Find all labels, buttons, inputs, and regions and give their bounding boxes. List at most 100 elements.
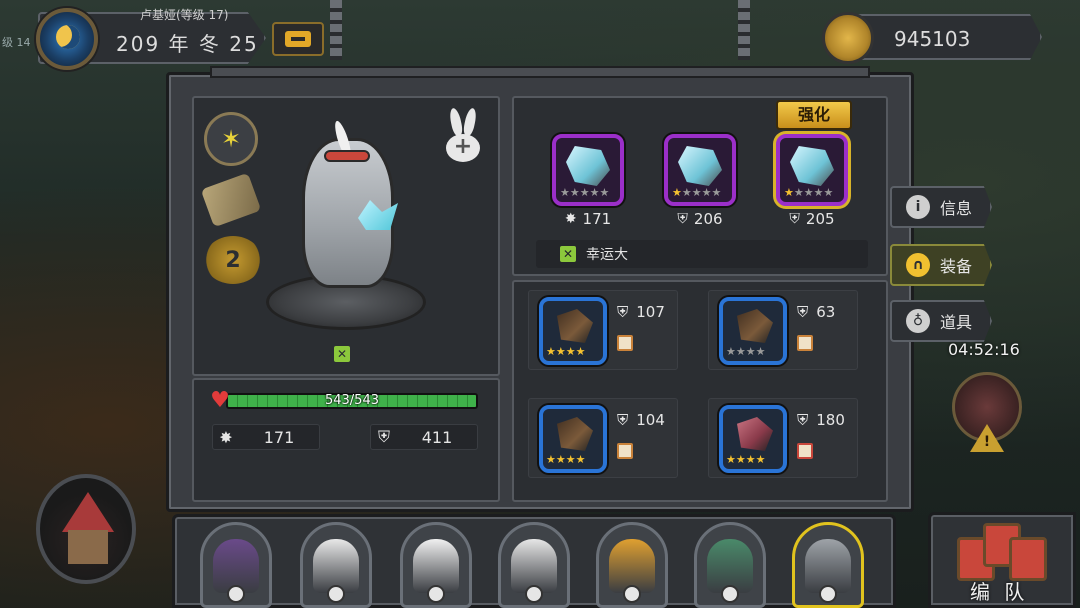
role-icon [623, 585, 641, 603]
roster-hero-slot[interactable] [498, 522, 570, 608]
tab-label: 信息 [940, 199, 973, 218]
role-icon [327, 585, 345, 603]
equipment-frame: ★★★★★ [664, 134, 736, 206]
item-type-icon [617, 443, 633, 459]
season-moon-icon[interactable] [36, 8, 98, 70]
helmet-icon: ∩ [906, 253, 930, 277]
scroll-icon [285, 31, 311, 47]
shield-icon: ⛨ [789, 211, 800, 227]
equipment-value: 206 [693, 210, 723, 228]
enhance-button[interactable]: 强化 [776, 100, 852, 130]
tab-info[interactable]: i 信息 [890, 186, 992, 228]
equipment-art [790, 146, 834, 186]
player-name: 卢基娅(等级 17) [140, 8, 229, 22]
roster-hero-slot[interactable] [300, 522, 372, 608]
window-top-strip [210, 66, 870, 78]
hanging-chain [738, 0, 750, 60]
role-icon [427, 585, 445, 603]
trait-label: 幸运大 [586, 247, 628, 263]
equipment-frame: ★★★★★ [552, 134, 624, 206]
pouch-icon: ♁ [906, 309, 930, 333]
attack-icon: ✸ [564, 211, 577, 227]
equipment-slot[interactable]: ★★★★★ ⛨ 206 [664, 134, 736, 228]
role-icon [525, 585, 543, 603]
class-badge-icon[interactable]: ✶ [204, 112, 258, 166]
roster-hero-slot[interactable] [694, 522, 766, 608]
tab-label: 装备 [940, 257, 973, 276]
gold-amount: 945103 [894, 27, 971, 51]
countdown-timer: 04:52:16 [948, 340, 1020, 359]
equipment-art [678, 146, 722, 186]
trait-row[interactable]: ✕ 幸运大 [536, 240, 868, 268]
star-rating: ★★★★★ [672, 186, 722, 199]
item-type-icon [797, 443, 813, 459]
item-frame: ★★★★ [719, 297, 787, 365]
item-art [737, 417, 773, 451]
hanging-chain [330, 0, 342, 60]
roster-hero-slot[interactable] [200, 522, 272, 608]
item-cell[interactable]: ★★★★ ⛨ 180 [708, 398, 858, 478]
equipment-slot[interactable]: ★★★★★ ✸ 171 [552, 134, 624, 228]
item-type-icon [797, 335, 813, 351]
equipment-slot-selected[interactable]: ★★★★★ ⛨ 205 [776, 134, 848, 228]
shield-icon: ⛨ [617, 303, 629, 321]
item-cell[interactable]: ★★★★ ⛨ 63 [708, 290, 858, 370]
tab-label: 道具 [940, 313, 973, 332]
star-rating: ★★★★ [546, 453, 586, 466]
role-icon [819, 585, 837, 603]
luck-trait-icon: ✕ [560, 246, 576, 262]
shield-icon: ⛨ [797, 411, 809, 429]
shield-icon: ⛨ [377, 427, 390, 446]
shield-icon: ⛨ [617, 411, 629, 429]
defense-value: 411 [421, 427, 453, 447]
item-value: 63 [816, 303, 836, 321]
role-icon [721, 585, 739, 603]
item-cell[interactable]: ★★★★ ⛨ 104 [528, 398, 678, 478]
info-icon: i [906, 195, 930, 219]
equipment-value: 171 [582, 210, 612, 228]
star-rating: ★★★★★ [784, 186, 834, 199]
formation-icon [957, 523, 1047, 583]
role-icon [227, 585, 245, 603]
game-date: 209 年 冬 25 [116, 32, 259, 56]
roster-hero-slot-selected[interactable] [792, 522, 864, 608]
attack-value: 171 [263, 427, 295, 447]
item-art [737, 309, 773, 343]
formation-label: 编 队 [970, 580, 1029, 604]
tab-items[interactable]: ♁ 道具 [890, 300, 992, 342]
hp-text: 543/543 [324, 393, 379, 408]
defense-stat: ⛨ 411 [370, 424, 478, 450]
attack-stat: ✸ 171 [212, 424, 320, 450]
item-frame: ★★★★ [719, 405, 787, 473]
item-frame: ★★★★ [539, 405, 607, 473]
item-frame: ★★★★ [539, 297, 607, 365]
star-rating: ★★★★ [726, 453, 766, 466]
rank-badge: 2 [204, 236, 262, 284]
scroll-map-button[interactable] [272, 22, 324, 56]
equipment-art [566, 146, 610, 186]
tab-equipment[interactable]: ∩ 装备 [890, 244, 992, 286]
shield-icon: ⛨ [677, 211, 688, 227]
add-rabbit-icon[interactable]: + [440, 108, 486, 162]
item-art [557, 309, 593, 343]
star-rating: ★★★★★ [560, 186, 610, 199]
gold-coin-icon [822, 12, 874, 64]
luck-trait-icon: ✕ [334, 346, 350, 362]
side-level-text: 级 14 [2, 36, 31, 49]
attack-icon: ✸ [219, 427, 233, 447]
item-value: 180 [816, 411, 845, 429]
roster-hero-slot[interactable] [400, 522, 472, 608]
star-rating: ★★★★ [726, 345, 766, 358]
item-art [557, 417, 593, 451]
shield-icon: ⛨ [797, 303, 809, 321]
star-rating: ★★★★ [546, 345, 586, 358]
hero-model [266, 119, 426, 330]
equipment-value: 205 [805, 210, 835, 228]
item-cell[interactable]: ★★★★ ⛨ 107 [528, 290, 678, 370]
item-value: 107 [636, 303, 665, 321]
home-house-icon[interactable] [36, 474, 136, 584]
equipment-frame: ★★★★★ [776, 134, 848, 206]
item-value: 104 [636, 411, 665, 429]
roster-hero-slot[interactable] [596, 522, 668, 608]
item-type-icon [617, 335, 633, 351]
